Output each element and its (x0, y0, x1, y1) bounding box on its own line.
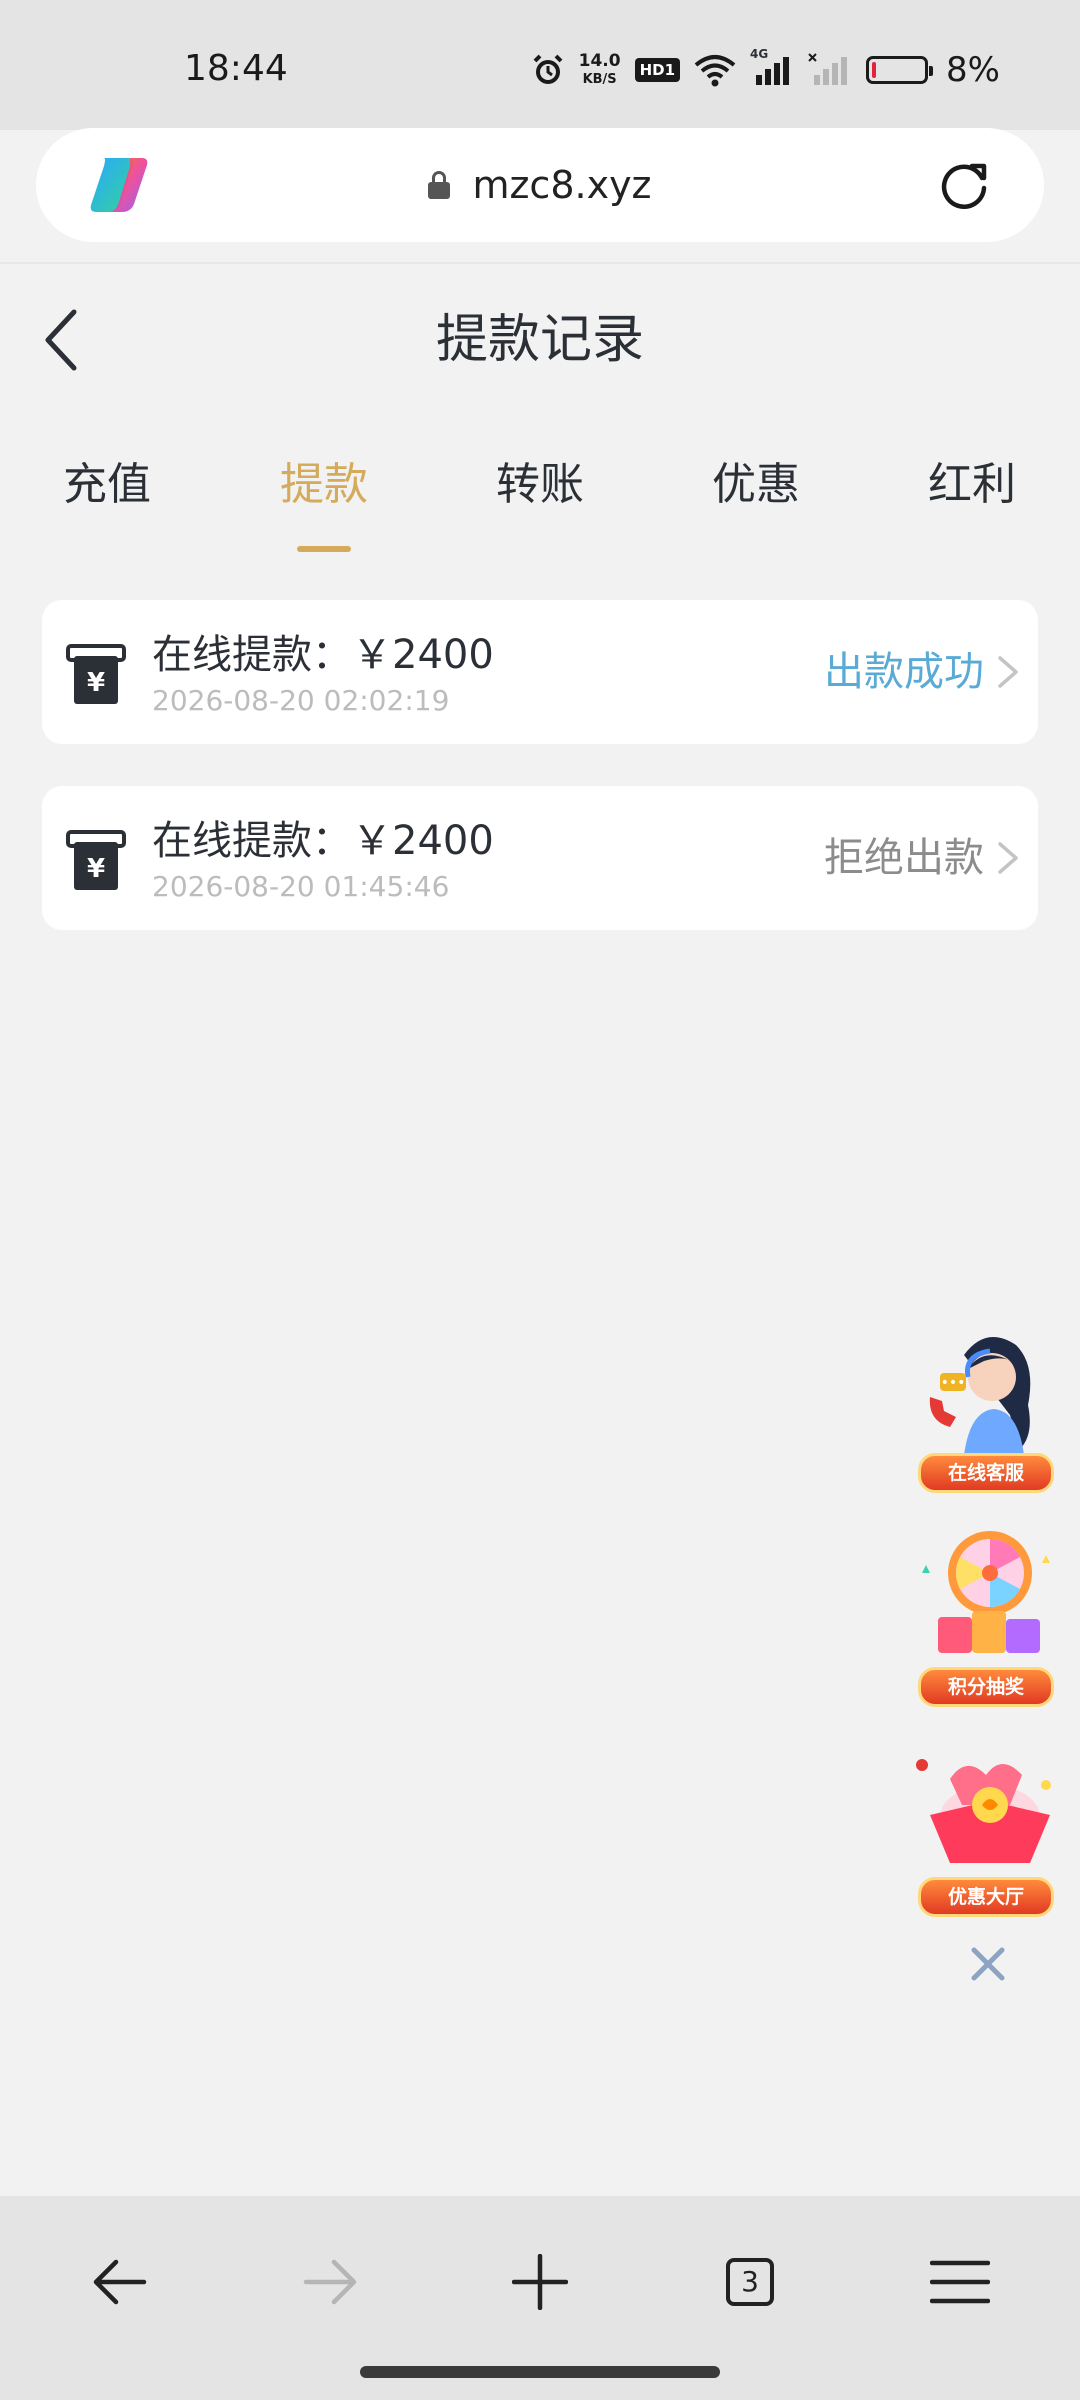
svg-text:•••: ••• (941, 1375, 966, 1391)
status-time: 18:44 (184, 48, 288, 89)
tab-withdraw[interactable]: 提款 (244, 450, 404, 520)
menu-button[interactable] (920, 2242, 1000, 2322)
prize-wheel-icon (922, 1531, 1050, 1653)
withdraw-atm-icon: ¥ (66, 830, 126, 890)
network-speed-unit: KB/S (582, 71, 617, 87)
network-speed-value: 14.0 (578, 50, 621, 71)
battery-icon (866, 56, 934, 84)
signal-4g-label: 4G (750, 47, 769, 61)
nav-forward-button[interactable] (290, 2242, 370, 2322)
gift-box-icon (916, 1759, 1051, 1863)
page-title: 提款记录 (435, 310, 644, 370)
points-lottery-label: 积分抽奖 (918, 1667, 1054, 1707)
chevron-right-icon (998, 842, 1018, 874)
network-speed: 14.0 KB/S (578, 50, 621, 88)
customer-service-agent-icon: ••• (929, 1337, 1031, 1455)
new-tab-button[interactable] (500, 2242, 580, 2322)
svg-text:¥: ¥ (87, 854, 105, 884)
record-title: 在线提款：￥2400 (152, 632, 494, 678)
close-icon[interactable] (968, 1944, 1008, 1984)
tab-switcher-button[interactable]: 3 (710, 2242, 790, 2322)
signal-4g-icon: 4G (750, 47, 794, 87)
customer-service-widget[interactable]: ••• 在线客服 (910, 1325, 1060, 1495)
promo-hall-widget[interactable]: 优惠大厅 (910, 1745, 1060, 1917)
tab-switcher-icon: 3 (726, 2258, 774, 2306)
tab-bonus[interactable]: 红利 (892, 450, 1052, 520)
new-tab-plus-icon (512, 2254, 568, 2310)
record-time: 2026-08-20 01:45:46 (152, 870, 450, 903)
alarm-icon (531, 53, 565, 87)
hd-icon: HD1 (634, 58, 681, 82)
signal-no-service-icon (808, 53, 852, 87)
record-status: 拒绝出款 (824, 835, 984, 881)
record-status: 出款成功 (824, 649, 984, 695)
reload-icon[interactable] (936, 158, 992, 214)
divider (0, 262, 1080, 264)
wifi-icon (694, 53, 736, 87)
url-text[interactable]: mzc8.xyz (472, 163, 651, 207)
record-title: 在线提款：￥2400 (152, 818, 494, 864)
back-arrow-icon (93, 2259, 147, 2305)
status-icons: 14.0 KB/S HD1 4G 8% (531, 47, 1000, 92)
list-item[interactable]: ¥ 在线提款：￥2400 2026-08-20 01:45:46 拒绝出款 (42, 786, 1038, 930)
nav-back-button[interactable] (80, 2242, 160, 2322)
record-time: 2026-08-20 02:02:19 (152, 684, 450, 717)
chevron-right-icon (998, 656, 1018, 688)
tab-deposit[interactable]: 充值 (27, 450, 187, 520)
menu-icon (930, 2260, 990, 2304)
tab-transfer[interactable]: 转账 (460, 450, 620, 520)
list-item[interactable]: ¥ 在线提款：￥2400 2026-08-20 02:02:19 出款成功 (42, 600, 1038, 744)
customer-service-label: 在线客服 (918, 1453, 1054, 1493)
points-lottery-widget[interactable]: 积分抽奖 (910, 1525, 1060, 1707)
active-tab-indicator (297, 546, 351, 552)
battery-percent: 8% (946, 50, 1000, 90)
lock-icon (428, 171, 451, 199)
withdraw-atm-icon: ¥ (66, 644, 126, 704)
address-bar[interactable]: mzc8.xyz (36, 128, 1044, 242)
status-bar: 18:44 14.0 KB/S HD1 4G 8% (0, 0, 1080, 130)
record-tabs: 充值 提款 转账 优惠 红利 (0, 450, 1080, 560)
tab-promotion[interactable]: 优惠 (676, 450, 836, 520)
home-indicator[interactable] (360, 2366, 720, 2378)
forward-arrow-icon (303, 2259, 357, 2305)
svg-text:¥: ¥ (87, 668, 105, 698)
promo-hall-label: 优惠大厅 (918, 1877, 1054, 1917)
battery-fill (872, 62, 877, 78)
